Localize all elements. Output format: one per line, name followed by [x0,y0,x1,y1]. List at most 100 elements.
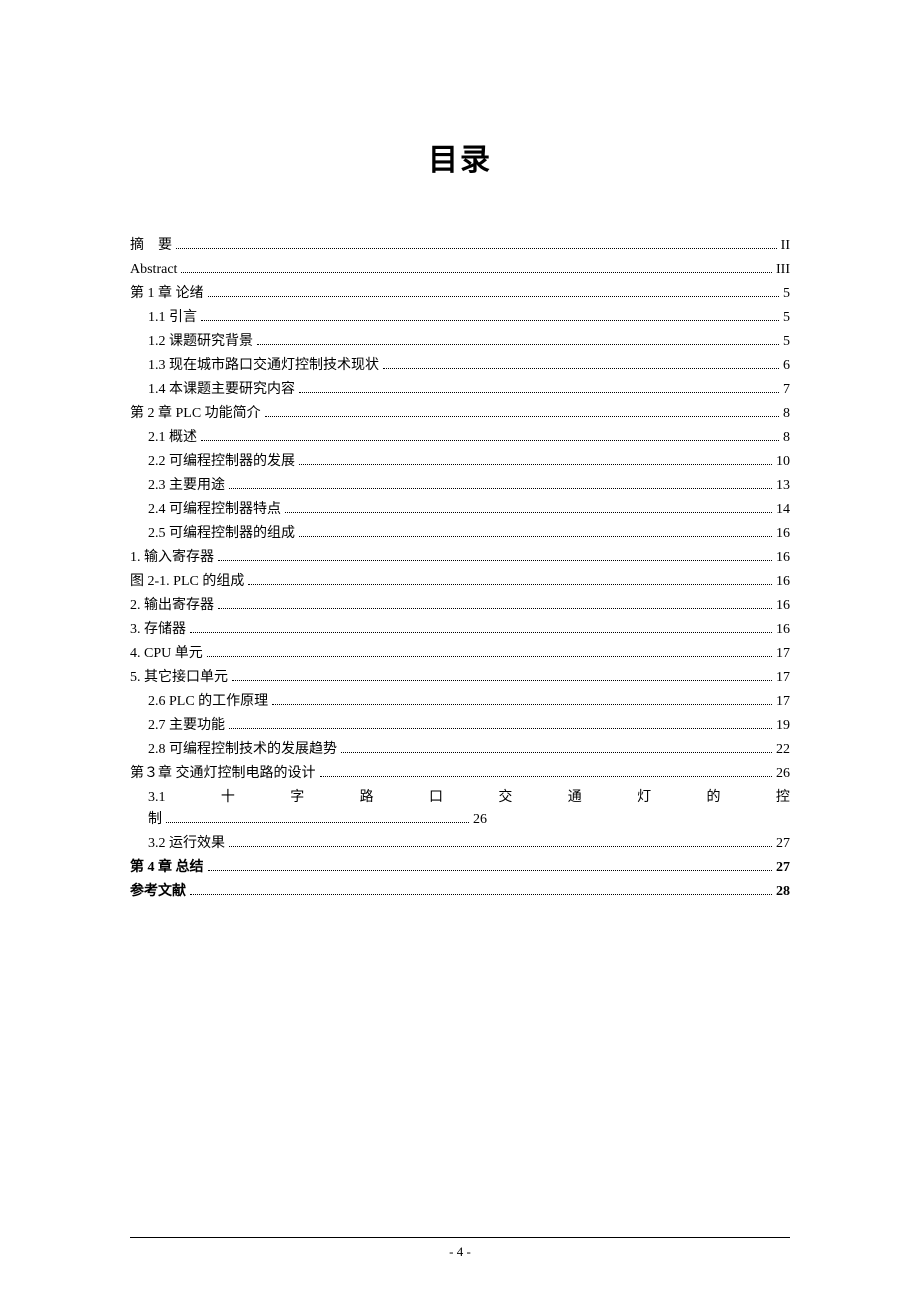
toc-entry-page: 16 [776,575,790,589]
toc-entry[interactable]: 5. 其它接口单元 17 [130,671,790,685]
toc-entry-label: 2.3 主要用途 [130,479,225,493]
toc-entry-page: 27 [776,861,790,875]
toc-entry-label: 2.8 可编程控制技术的发展趋势 [130,743,337,757]
toc-entry-label: 第 4 章 总结 [130,861,204,875]
toc-entry[interactable]: 2.3 主要用途 13 [130,479,790,493]
toc-entry[interactable]: 2.4 可编程控制器特点 14 [130,503,790,517]
toc-entry-page: 22 [776,743,790,757]
toc-entry-page: III [776,263,790,277]
toc-entry[interactable]: 第 2 章 PLC 功能简介 8 [130,407,790,421]
toc-entry[interactable]: 1.2 课题研究背景5 [130,335,790,349]
toc-entry[interactable]: 4. CPU 单元 17 [130,647,790,661]
toc-entry[interactable]: 1.3 现在城市路口交通灯控制技术现状 6 [130,359,790,373]
toc-entry[interactable]: 1.4 本课题主要研究内容 7 [130,383,790,397]
toc-entry-label: 1.4 本课题主要研究内容 [130,383,295,397]
toc-entry-page: 5 [783,311,790,325]
toc-entry-label: 第３章 交通灯控制电路的设计 [130,767,316,781]
toc-entry-page: 17 [776,647,790,661]
toc-entry[interactable]: 2.7 主要功能19 [130,719,790,733]
toc-leader-dots [181,272,772,273]
toc-entry-page: 10 [776,455,790,469]
toc-entry-label: 1.1 引言 [130,311,197,325]
toc-entry-label: 参考文献 [130,885,186,899]
toc-entry[interactable]: 2. 输出寄存器16 [130,599,790,613]
toc-leader-dots [176,248,777,249]
toc-leader-dots [320,776,773,777]
toc-entry-page: 6 [783,359,790,373]
toc-entry[interactable]: 3.1十字路口交通灯的控 [130,791,790,805]
toc-entry[interactable]: 2.5 可编程控制器的组成 16 [130,527,790,541]
toc-entry-label: 1.3 现在城市路口交通灯控制技术现状 [130,359,379,373]
toc-entry-label: 第 2 章 PLC 功能简介 [130,407,261,421]
toc-leader-dots [190,632,772,633]
toc-leader-dots [265,416,779,417]
toc-entry-label: 制 [130,813,162,827]
toc-leader-dots [218,560,772,561]
toc-entry[interactable]: 摘 要 II [130,239,790,253]
toc-entry[interactable]: 图 2-1. PLC 的组成 16 [130,575,790,589]
toc-entry-page: 14 [776,503,790,517]
toc-leader-dots [166,822,469,823]
toc-leader-dots [248,584,772,585]
toc-entry-label: 2.1 概述 [130,431,197,445]
toc-entry-label: 2.6 PLC 的工作原理 [130,695,268,709]
toc-entry[interactable]: 3. 存储器16 [130,623,790,637]
toc-entry-label: 1. 输入寄存器 [130,551,214,565]
toc-entry-label: 4. CPU 单元 [130,647,203,661]
table-of-contents: 摘 要 II Abstract III 第 1 章 论绪 5 1.1 引言 5 1.2 课题研究… [130,239,790,899]
toc-entry-number: 3.1 [148,791,166,805]
toc-entry-label: 2.5 可编程控制器的组成 [130,527,295,541]
toc-entry-page: 26 [776,767,790,781]
toc-entry-page: 8 [783,431,790,445]
toc-leader-dots [201,440,779,441]
toc-leader-dots [272,704,772,705]
page-container: 目录 摘 要 II Abstract III 第 1 章 论绪 5 1.1 引言 5 1.2 课… [0,0,920,1302]
toc-entry-label: 3.1十字路口交通灯的控 [130,791,790,805]
toc-entry-page: 16 [776,527,790,541]
toc-entry-page: 5 [783,287,790,301]
toc-entry[interactable]: 2.2 可编程控制器的发展10 [130,455,790,469]
toc-entry[interactable]: 2.6 PLC 的工作原理 17 [130,695,790,709]
toc-entry-page: II [781,239,790,253]
toc-leader-dots [299,392,779,393]
toc-leader-dots [190,894,772,895]
toc-entry-page: 19 [776,719,790,733]
toc-entry-page: 26 [473,813,487,827]
toc-entry-label: 3.2 运行效果 [130,837,225,851]
toc-entry[interactable]: 第３章 交通灯控制电路的设计 26 [130,767,790,781]
footer-rule [130,1237,790,1238]
toc-entry-page: 28 [776,885,790,899]
toc-leader-dots [232,680,772,681]
toc-entry-page: 17 [776,695,790,709]
toc-entry[interactable]: 1.1 引言 5 [130,311,790,325]
toc-leader-dots [341,752,772,753]
toc-entry[interactable]: 2.1 概述 8 [130,431,790,445]
toc-leader-dots [201,320,779,321]
toc-entry-continuation[interactable]: 制 26 [130,813,790,827]
toc-entry-label: 1.2 课题研究背景 [130,335,253,349]
toc-entry[interactable]: 参考文献 28 [130,885,790,899]
toc-leader-dots [208,296,780,297]
toc-leader-dots [229,488,772,489]
toc-entry-label: 图 2-1. PLC 的组成 [130,575,244,589]
toc-leader-dots [229,728,772,729]
toc-entry-page: 8 [783,407,790,421]
toc-entry-page: 13 [776,479,790,493]
toc-entry[interactable]: 第 4 章 总结 27 [130,861,790,875]
toc-entry[interactable]: 2.8 可编程控制技术的发展趋势 22 [130,743,790,757]
toc-entry-label: 3. 存储器 [130,623,186,637]
page-title: 目录 [130,135,790,179]
toc-entry[interactable]: 3.2 运行效果27 [130,837,790,851]
toc-entry-page: 7 [783,383,790,397]
toc-entry-label: 2.4 可编程控制器特点 [130,503,281,517]
toc-leader-dots [383,368,779,369]
toc-entry-label: 摘 要 [130,239,172,253]
toc-entry-label: 5. 其它接口单元 [130,671,228,685]
toc-entry-label: 第 1 章 论绪 [130,287,204,301]
toc-entry[interactable]: 1. 输入寄存器16 [130,551,790,565]
toc-entry[interactable]: Abstract III [130,263,790,277]
toc-entry-label: Abstract [130,263,177,277]
toc-entry-page: 17 [776,671,790,685]
toc-leader-dots [285,512,772,513]
toc-entry[interactable]: 第 1 章 论绪 5 [130,287,790,301]
